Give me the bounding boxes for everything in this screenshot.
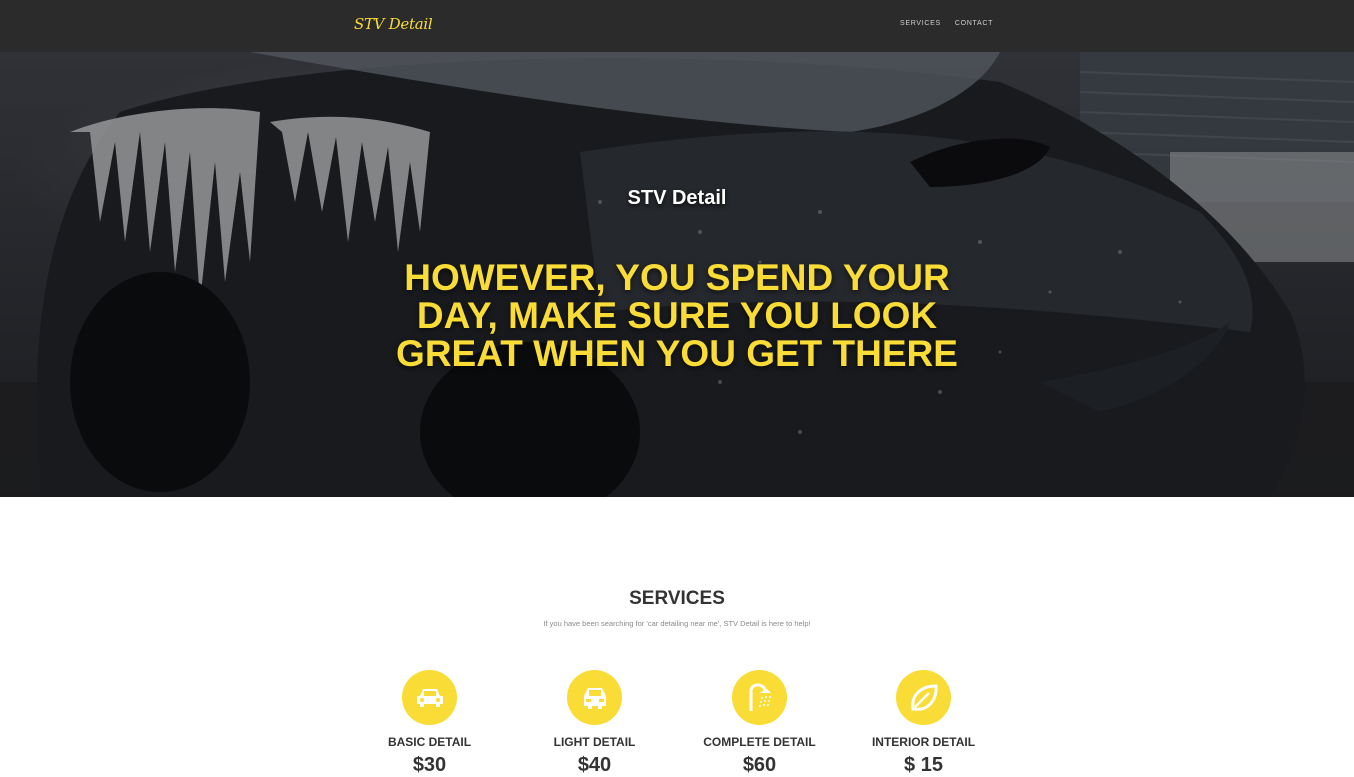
shower-icon — [732, 670, 787, 725]
services-heading: SERVICES — [629, 588, 725, 609]
service-name: INTERIOR DETAIL — [871, 735, 976, 749]
service-name: COMPLETE DETAIL — [703, 735, 816, 749]
service-price: $60 — [742, 754, 777, 776]
service-card-light-detail[interactable]: LIGHT DETAIL $40 — [512, 670, 677, 777]
service-card-basic-detail[interactable]: BASIC DETAIL $30 — [347, 670, 512, 777]
hero-headline: HOWEVER, YOU SPEND YOUR DAY, MAKE SURE Y… — [396, 257, 958, 374]
car-front-icon — [567, 670, 622, 725]
service-price: $ 15 — [904, 754, 943, 776]
nav-link-contact[interactable]: CONTACT — [955, 20, 993, 27]
service-name: BASIC DETAIL — [387, 735, 472, 749]
service-card-complete-detail[interactable]: COMPLETE DETAIL $60 — [677, 670, 842, 777]
brand-logo[interactable]: STV Detail — [354, 15, 433, 33]
hero-title: STV Detail — [627, 187, 727, 209]
top-navbar: STV Detail SERVICES CONTACT — [0, 0, 1354, 52]
service-price: $40 — [577, 754, 612, 776]
service-name: LIGHT DETAIL — [553, 735, 636, 749]
hero-section: STV Detail HOWEVER, YOU SPEND YOUR DAY, … — [0, 52, 1354, 497]
nav-link-services[interactable]: SERVICES — [900, 20, 941, 27]
service-price: $30 — [412, 754, 447, 776]
services-subtitle: If you have been searching for 'car deta… — [543, 619, 811, 628]
service-card-interior-detail[interactable]: INTERIOR DETAIL $ 15 — [841, 670, 1006, 777]
nav-links: SERVICES CONTACT — [900, 20, 993, 27]
car-icon — [402, 670, 457, 725]
leaf-icon — [896, 670, 951, 725]
